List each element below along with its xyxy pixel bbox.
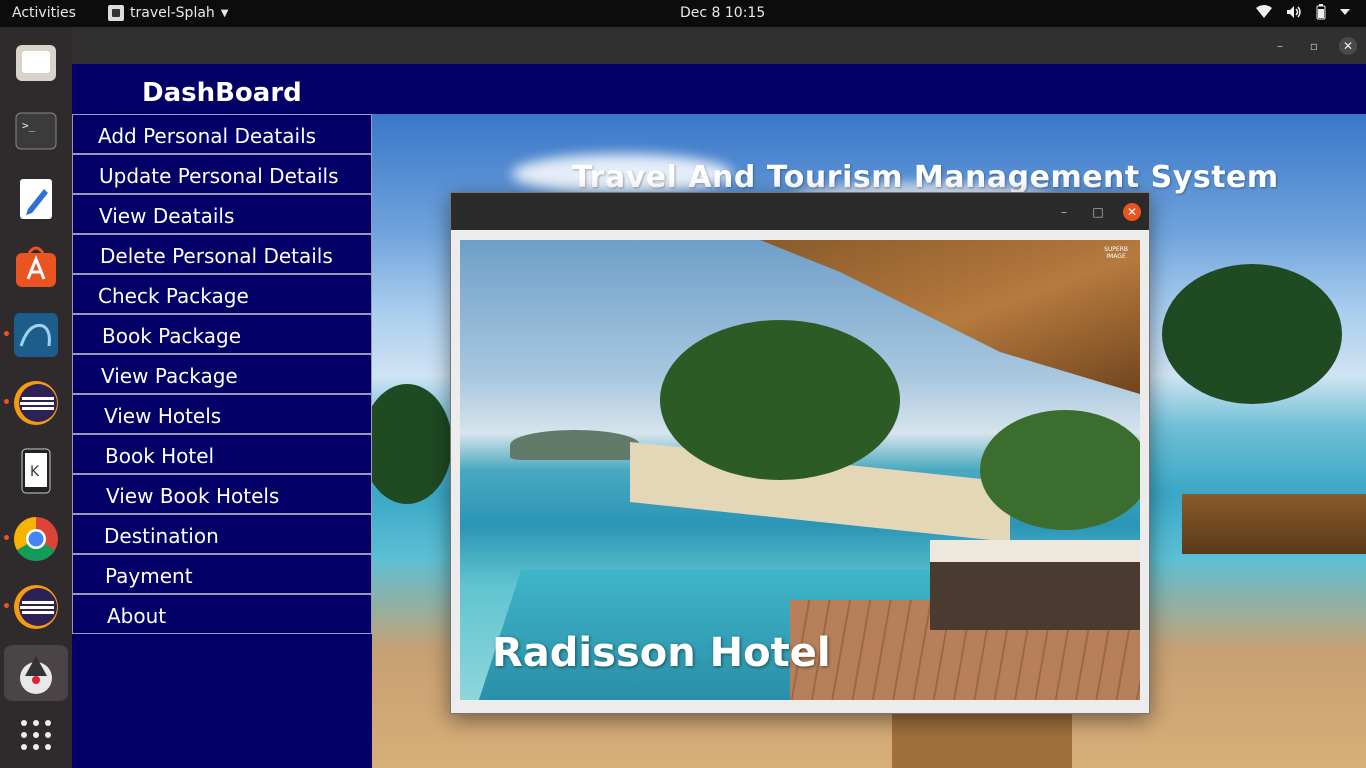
view-details-button[interactable]: View Deatails — [72, 194, 372, 234]
chevron-down-icon — [1340, 9, 1350, 15]
app-menu[interactable]: travel-Splah ▼ — [108, 5, 228, 21]
wifi-icon — [1256, 5, 1272, 18]
dock: >_ K — [0, 27, 72, 768]
running-indicator — [4, 331, 9, 336]
delete-personal-details-button[interactable]: Delete Personal Details — [72, 234, 372, 274]
battery-icon — [1316, 4, 1326, 20]
terminal-icon[interactable]: >_ — [10, 105, 62, 157]
mysql-workbench-icon[interactable] — [10, 309, 62, 361]
chevron-down-icon: ▼ — [220, 7, 229, 19]
eclipse-icon[interactable] — [10, 581, 62, 633]
running-indicator — [4, 603, 9, 608]
text-editor-icon[interactable] — [10, 173, 62, 225]
java-app-icon[interactable] — [4, 645, 68, 701]
hotel-window-titlebar[interactable]: – □ ✕ — [451, 193, 1149, 230]
book-package-button[interactable]: Book Package — [72, 314, 372, 354]
close-button[interactable]: ✕ — [1123, 203, 1141, 221]
update-personal-details-button[interactable]: Update Personal Details — [72, 154, 372, 194]
payment-button[interactable]: Payment — [72, 554, 372, 594]
files-icon[interactable] — [10, 37, 62, 89]
app-icon — [108, 5, 124, 21]
show-apps-icon[interactable] — [10, 709, 62, 761]
destination-button[interactable]: Destination — [72, 514, 372, 554]
top-bar: Activities travel-Splah ▼ Dec 8 10:15 — [0, 0, 1366, 27]
svg-text:K: K — [30, 464, 40, 480]
close-button[interactable]: ✕ — [1339, 37, 1357, 55]
view-hotels-button[interactable]: View Hotels — [72, 394, 372, 434]
minimize-button[interactable]: – — [1271, 37, 1289, 55]
kde-connect-icon[interactable]: K — [10, 445, 62, 497]
chrome-icon[interactable] — [10, 513, 62, 565]
svg-text:>_: >_ — [22, 119, 36, 132]
system-tray[interactable] — [1256, 4, 1350, 20]
book-hotel-button[interactable]: Book Hotel — [72, 434, 372, 474]
activities-button[interactable]: Activities — [12, 5, 76, 21]
system-title: Travel And Tourism Management System — [572, 160, 1279, 195]
about-button[interactable]: About — [72, 594, 372, 634]
check-package-button[interactable]: Check Package — [72, 274, 372, 314]
app-store-icon[interactable] — [10, 241, 62, 293]
clock[interactable]: Dec 8 10:15 — [680, 5, 765, 21]
maximize-button[interactable]: ▫ — [1305, 37, 1323, 55]
running-indicator — [4, 399, 9, 404]
dashboard-menu: Add Personal Deatails Update Personal De… — [72, 114, 372, 634]
eclipse-icon[interactable] — [10, 377, 62, 429]
minimize-button[interactable]: – — [1055, 203, 1073, 221]
add-personal-details-button[interactable]: Add Personal Deatails — [72, 114, 372, 154]
view-package-button[interactable]: View Package — [72, 354, 372, 394]
hotel-window: – □ ✕ SUPERB IMAGE Radisson Hotel — [450, 192, 1150, 714]
running-indicator — [4, 535, 9, 540]
volume-icon — [1287, 6, 1301, 18]
maximize-button[interactable]: □ — [1089, 203, 1107, 221]
app-menu-label: travel-Splah — [130, 5, 215, 21]
dashboard-title: DashBoard — [142, 78, 302, 108]
photo-watermark-logo: SUPERB IMAGE — [1104, 246, 1128, 260]
hotel-name: Radisson Hotel — [492, 630, 831, 676]
main-titlebar[interactable]: – ▫ ✕ — [72, 27, 1366, 64]
view-book-hotels-button[interactable]: View Book Hotels — [72, 474, 372, 514]
hotel-photo: SUPERB IMAGE Radisson Hotel — [460, 240, 1140, 700]
